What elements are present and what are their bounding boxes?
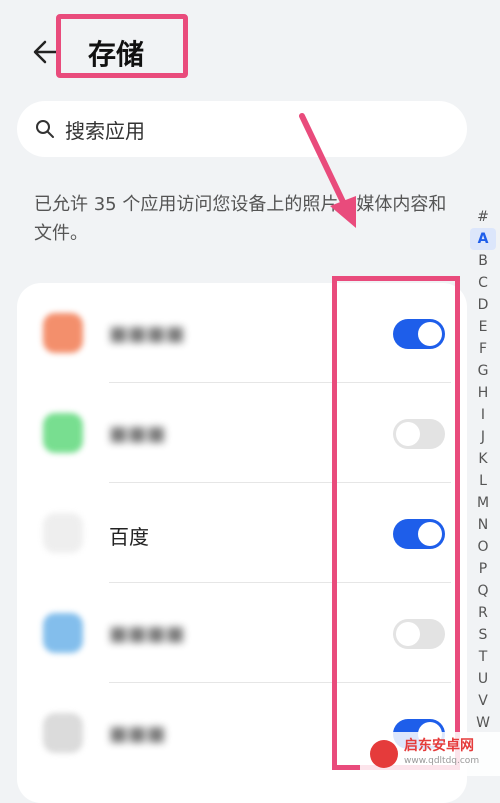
app-icon xyxy=(43,513,83,553)
alphabet-letter[interactable]: U xyxy=(470,668,496,690)
app-name: 百度 xyxy=(109,525,149,549)
search-bar[interactable]: 搜索应用 xyxy=(17,101,467,157)
alphabet-letter[interactable]: S xyxy=(470,624,496,646)
alphabet-letter[interactable]: L xyxy=(470,470,496,492)
app-icon xyxy=(43,713,83,753)
alphabet-letter[interactable]: B xyxy=(470,250,496,272)
alphabet-letter[interactable]: T xyxy=(470,646,496,668)
app-name: ■■■ xyxy=(109,721,166,745)
title-highlight-box xyxy=(56,14,188,78)
app-icon xyxy=(43,413,83,453)
alphabet-letter[interactable]: M xyxy=(470,492,496,514)
alphabet-letter[interactable]: N xyxy=(470,514,496,536)
app-name: ■■■■ xyxy=(109,621,185,645)
watermark-url: www.qdltdq.com xyxy=(404,756,480,766)
app-icon xyxy=(43,613,83,653)
alphabet-letter[interactable]: P xyxy=(470,558,496,580)
alphabet-letter[interactable]: # xyxy=(470,206,496,228)
alphabet-letter[interactable]: O xyxy=(470,536,496,558)
app-icon xyxy=(43,313,83,353)
alphabet-letter[interactable]: H xyxy=(470,382,496,404)
watermark: 启东安卓网 www.qdltdq.com xyxy=(360,732,500,776)
watermark-logo-icon xyxy=(370,740,398,768)
alphabet-letter[interactable]: A xyxy=(470,228,496,250)
alphabet-letter[interactable]: W xyxy=(470,712,496,734)
toggles-highlight-box xyxy=(332,276,460,770)
alphabet-letter[interactable]: J xyxy=(470,426,496,448)
alphabet-index[interactable]: # A B C D E F G H I J K L M N O P Q R S T U V W xyxy=(470,206,496,734)
alphabet-letter[interactable]: F xyxy=(470,338,496,360)
alphabet-letter[interactable]: C xyxy=(470,272,496,294)
watermark-name: 启东安卓网 xyxy=(404,738,474,754)
alphabet-letter[interactable]: E xyxy=(470,316,496,338)
alphabet-letter[interactable]: Q xyxy=(470,580,496,602)
alphabet-letter[interactable]: R xyxy=(470,602,496,624)
alphabet-letter[interactable]: D xyxy=(470,294,496,316)
alphabet-letter[interactable]: I xyxy=(470,404,496,426)
alphabet-letter[interactable]: K xyxy=(470,448,496,470)
app-name: ■■■■ xyxy=(109,321,185,345)
alphabet-letter[interactable]: G xyxy=(470,360,496,382)
alphabet-letter[interactable]: V xyxy=(470,690,496,712)
app-name: ■■■ xyxy=(109,421,166,445)
search-icon xyxy=(36,120,54,138)
permission-description: 已允许 35 个应用访问您设备上的照片、媒体内容和文件。 xyxy=(34,194,447,244)
search-input[interactable]: 搜索应用 xyxy=(65,115,145,144)
